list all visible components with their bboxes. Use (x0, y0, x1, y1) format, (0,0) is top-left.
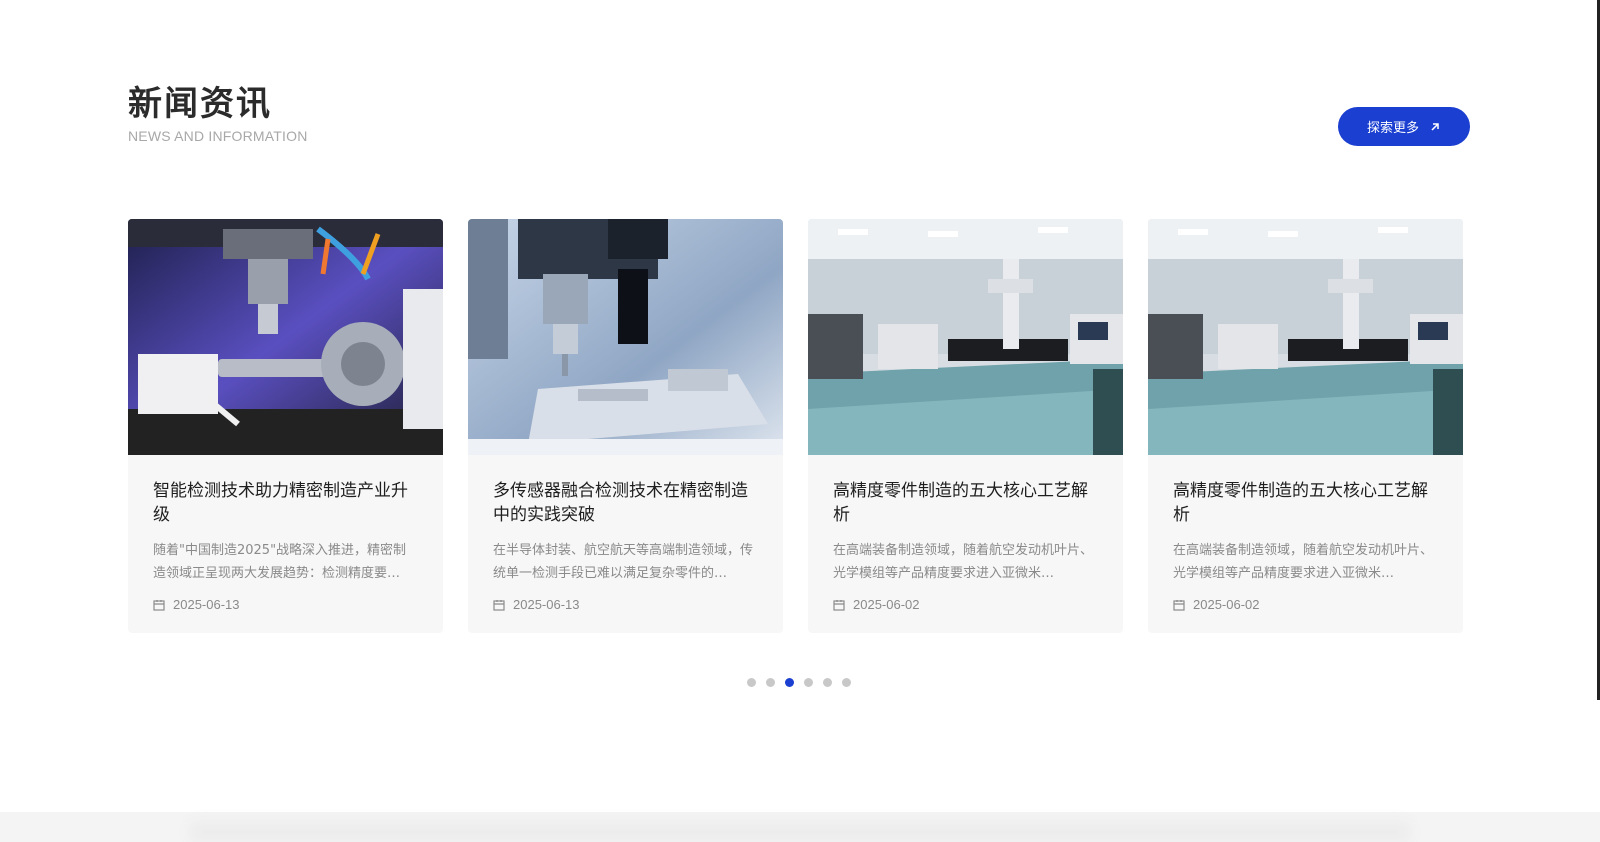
card-date-text: 2025-06-02 (1193, 597, 1260, 612)
card-date-text: 2025-06-13 (173, 597, 240, 612)
card-summary: 在半导体封装、航空航天等高端制造领域，传统单一检测手段已难以满足复杂零件的… (493, 543, 754, 581)
card-title[interactable]: 高精度零件制造的五大核心工艺解析 (1173, 479, 1438, 527)
card-title[interactable]: 多传感器融合检测技术在精密制造中的实践突破 (493, 479, 758, 527)
card-date: 2025-06-02 (1173, 597, 1438, 612)
pagination-dot[interactable] (747, 678, 756, 687)
news-card[interactable]: 多传感器融合检测技术在精密制造中的实践突破 在半导体封装、航空航天等高端制造领域… (468, 219, 783, 633)
calendar-icon (153, 599, 165, 611)
card-date-text: 2025-06-13 (513, 597, 580, 612)
card-summary: 在高端装备制造领域，随着航空发动机叶片、光学模组等产品精度要求进入亚微米… (1173, 543, 1434, 581)
news-card[interactable]: 高精度零件制造的五大核心工艺解析 在高端装备制造领域，随着航空发动机叶片、光学模… (1148, 219, 1463, 633)
calendar-icon (1173, 599, 1185, 611)
calendar-icon (493, 599, 505, 611)
cmm-laboratory-photo[interactable] (1148, 219, 1463, 455)
news-page: 新闻资讯 NEWS AND INFORMATION 探索更多 智能检测技术助力精… (0, 0, 1600, 842)
calendar-icon (833, 599, 845, 611)
card-title[interactable]: 高精度零件制造的五大核心工艺解析 (833, 479, 1098, 527)
news-card[interactable]: 高精度零件制造的五大核心工艺解析 在高端装备制造领域，随着航空发动机叶片、光学模… (808, 219, 1123, 633)
card-date: 2025-06-13 (153, 597, 418, 612)
card-summary: 随着"中国制造2025"战略深入推进，精密制造领域正呈现两大发展趋势：检测精度要… (153, 543, 407, 581)
sensor-probe-photo[interactable] (468, 219, 783, 455)
section-title: 新闻资讯 (128, 84, 272, 124)
card-title[interactable]: 智能检测技术助力精密制造产业升级 (153, 479, 418, 527)
footer-edge (0, 812, 1600, 842)
pagination-dot[interactable] (785, 678, 794, 687)
cnc-machining-photo[interactable] (128, 219, 443, 455)
explore-more-button[interactable]: 探索更多 (1338, 107, 1470, 146)
arrow-up-right-icon (1431, 122, 1439, 131)
explore-more-label: 探索更多 (1366, 121, 1419, 136)
pagination-dot[interactable] (823, 678, 832, 687)
news-card-list: 智能检测技术助力精密制造产业升级 随着"中国制造2025"战略深入推进，精密制造… (128, 219, 1472, 633)
card-date-text: 2025-06-02 (853, 597, 920, 612)
card-summary: 在高端装备制造领域，随着航空发动机叶片、光学模组等产品精度要求进入亚微米… (833, 543, 1094, 581)
cmm-laboratory-photo[interactable] (808, 219, 1123, 455)
pagination-dot[interactable] (766, 678, 775, 687)
card-date: 2025-06-13 (493, 597, 758, 612)
carousel-pagination (747, 678, 851, 687)
section-subtitle: NEWS AND INFORMATION (128, 128, 308, 144)
card-date: 2025-06-02 (833, 597, 1098, 612)
pagination-dot[interactable] (842, 678, 851, 687)
pagination-dot[interactable] (804, 678, 813, 687)
news-card[interactable]: 智能检测技术助力精密制造产业升级 随着"中国制造2025"战略深入推进，精密制造… (128, 219, 443, 633)
